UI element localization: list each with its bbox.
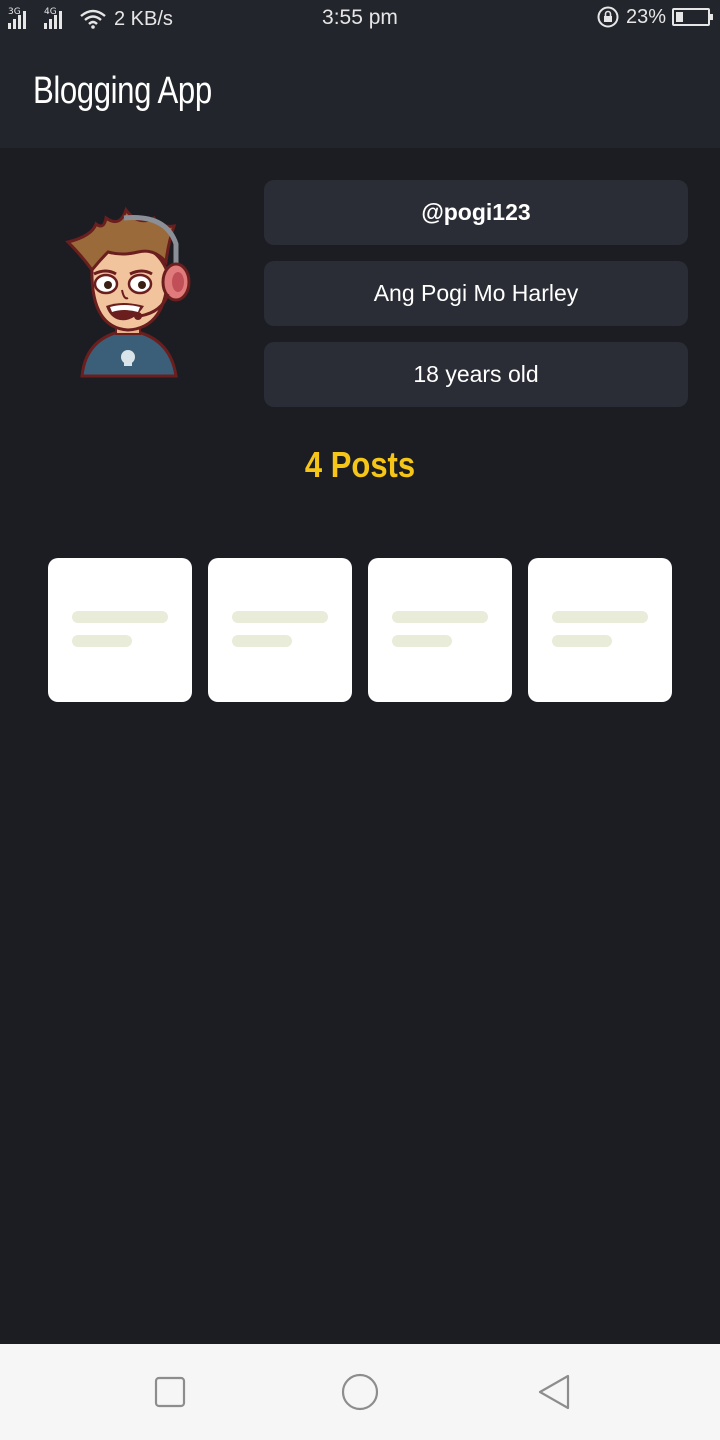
posts-grid: [48, 558, 672, 702]
age-field: 18 years old: [264, 342, 688, 407]
post-card[interactable]: [528, 558, 672, 702]
username-field: @pogi123: [264, 180, 688, 245]
username-text: @pogi123: [421, 199, 531, 225]
post-card[interactable]: [368, 558, 512, 702]
circle-icon[interactable]: [340, 1372, 380, 1412]
post-placeholder-icon: [552, 611, 648, 623]
post-placeholder-icon: [72, 611, 168, 623]
post-placeholder-icon: [232, 635, 292, 647]
post-placeholder-icon: [72, 635, 132, 647]
status-bar: 3G 4G 2 KB/s 3:55 pm 23%: [0, 0, 720, 36]
post-placeholder-icon: [552, 635, 612, 647]
post-placeholder-icon: [392, 611, 488, 623]
app-bar: Blogging App: [0, 36, 720, 148]
posts-count: 4 Posts: [304, 444, 416, 485]
post-placeholder-icon: [232, 611, 328, 623]
full-name-text: Ang Pogi Mo Harley: [373, 280, 579, 306]
battery-percent: 23%: [625, 5, 666, 28]
post-card[interactable]: [208, 558, 352, 702]
battery-icon: [672, 8, 713, 26]
square-icon[interactable]: [150, 1372, 190, 1412]
age-text: 18 years old: [413, 361, 539, 387]
post-card[interactable]: [48, 558, 192, 702]
avatar: [65, 206, 191, 378]
system-nav-bar: [0, 1344, 720, 1440]
app-title: Blogging App: [33, 70, 212, 112]
full-name-field: Ang Pogi Mo Harley: [264, 261, 688, 326]
rotation-lock-icon: [597, 6, 619, 28]
post-placeholder-icon: [392, 635, 452, 647]
status-right: 23%: [596, 5, 713, 29]
triangle-back-icon[interactable]: [534, 1372, 574, 1412]
